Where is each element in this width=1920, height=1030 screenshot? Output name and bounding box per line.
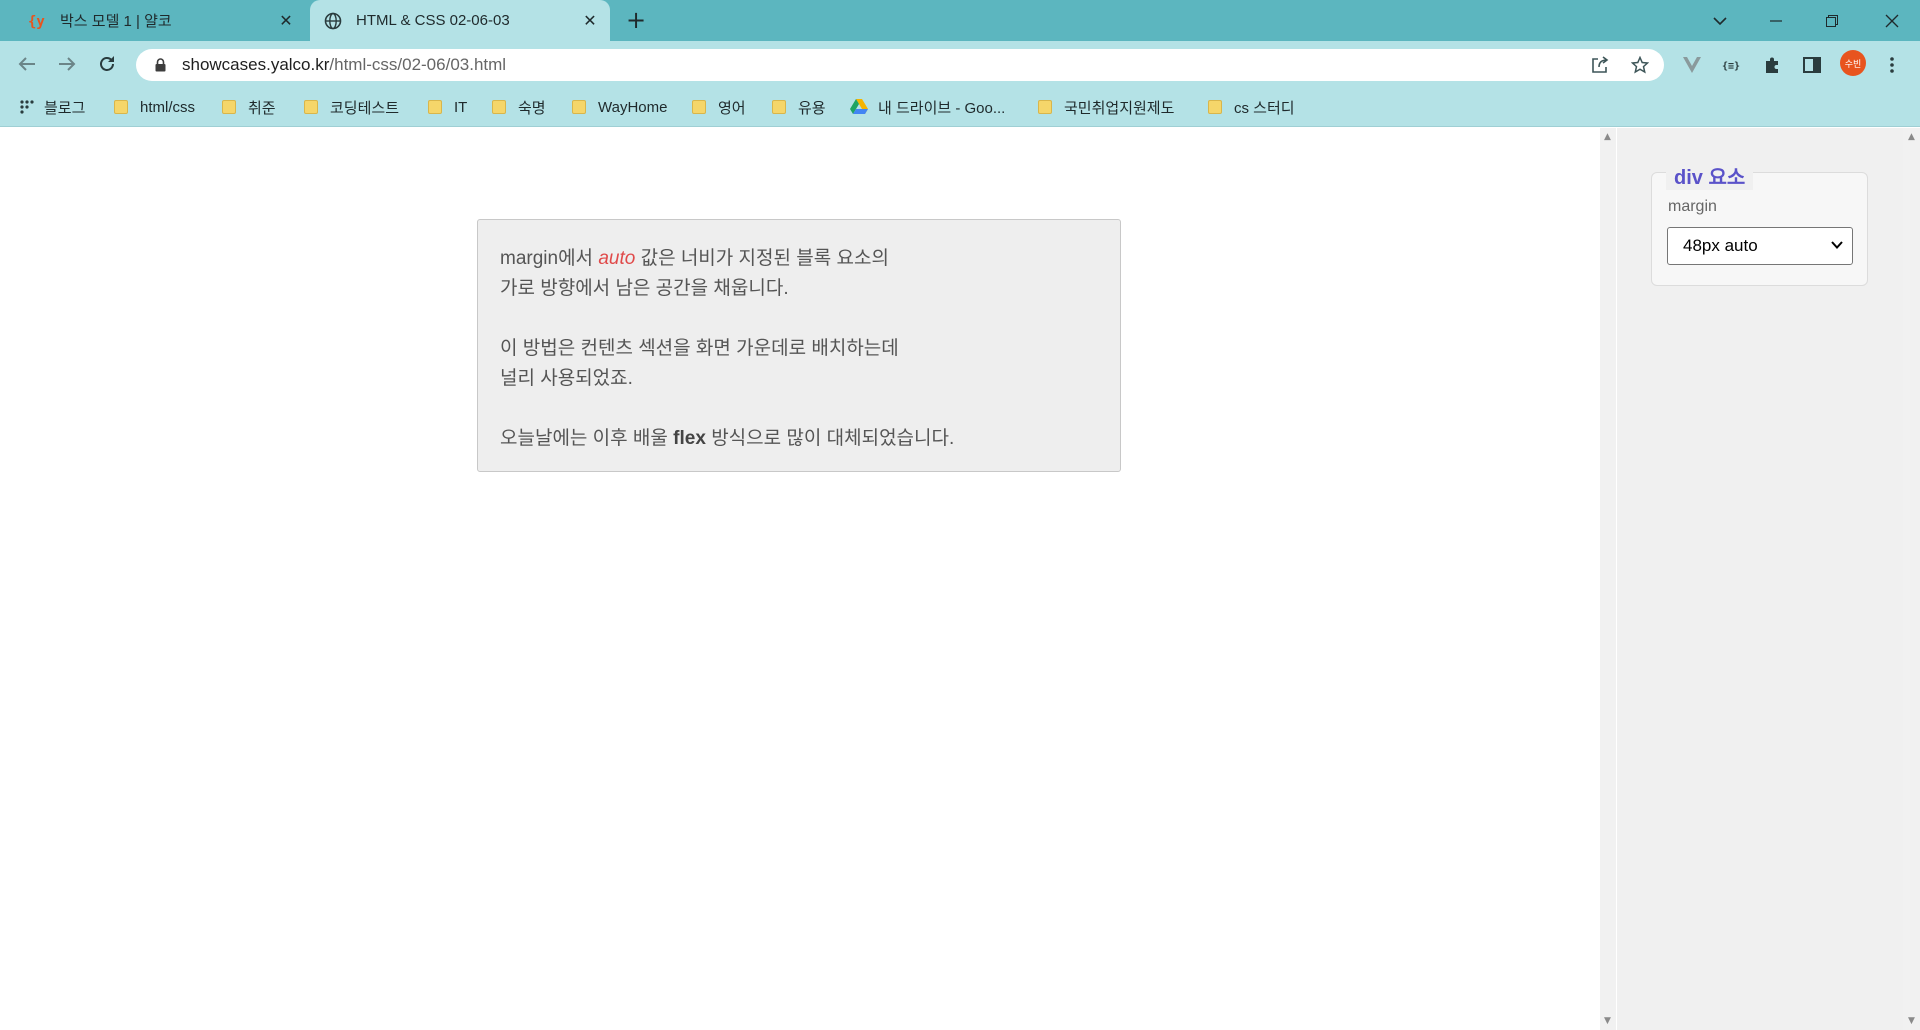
bookmark-google-drive[interactable]: 내 드라이브 - Goo... (850, 95, 1005, 119)
tab-title: 박스 모델 1 | 얄코 (60, 13, 172, 30)
bookmarks-bar: 블로그 html/css 취준 코딩테스트 IT 숙명 WayHome 영어 유… (0, 87, 1920, 127)
folder-icon (304, 100, 318, 114)
paragraph-3: 오늘날에는 이후 배울 flex 방식으로 많이 대체되었습니다. (500, 424, 1098, 454)
bookmark-star-icon[interactable] (1628, 53, 1652, 77)
paragraph-1: margin에서 auto 값은 너비가 지정된 블록 요소의 가로 방향에서 … (500, 244, 1098, 304)
address-bar[interactable]: showcases.yalco.kr/html-css/02-06/03.htm… (136, 49, 1664, 81)
url-host: showcases.yalco.kr (182, 55, 330, 74)
bookmark-label: html/css (140, 98, 196, 116)
bookmark-folder-html-css[interactable]: html/css (114, 95, 195, 119)
scroll-down-arrow-icon[interactable]: ▼ (1908, 1016, 1915, 1026)
bookmark-folder-wayhome[interactable]: WayHome (572, 95, 667, 119)
bookmark-folder-cs-study[interactable]: cs 스터디 (1208, 95, 1295, 119)
bookmark-label: WayHome (598, 98, 668, 116)
bookmark-folder-it[interactable]: IT (428, 95, 467, 119)
apps-grid-icon (20, 100, 34, 114)
margin-label: margin (1668, 198, 1717, 215)
panel-scrollbar[interactable]: ▲ ▼ (1903, 128, 1920, 1030)
url-text[interactable]: showcases.yalco.kr/html-css/02-06/03.htm… (182, 55, 506, 75)
tab-search-chevron-icon[interactable] (1692, 0, 1748, 41)
more-menu-icon[interactable] (1880, 53, 1904, 77)
bookmark-label: cs 스터디 (1234, 99, 1295, 117)
bookmark-label: 취준 (248, 99, 276, 117)
bookmark-folder-employment-support[interactable]: 국민취업지원제도 (1038, 95, 1174, 119)
folder-icon (114, 100, 128, 114)
page-viewport: margin에서 auto 값은 너비가 지정된 블록 요소의 가로 방향에서 … (0, 128, 1920, 1030)
folder-icon (1208, 100, 1222, 114)
scroll-down-arrow-icon[interactable]: ▼ (1604, 1016, 1611, 1026)
folder-icon (692, 100, 706, 114)
bookmark-blog[interactable]: 블로그 (20, 95, 85, 119)
bookmark-label: IT (454, 98, 468, 116)
bookmark-label: 영어 (718, 99, 746, 117)
back-button[interactable] (12, 49, 42, 79)
bookmark-label: 국민취업지원제도 (1064, 99, 1175, 117)
side-panel-icon[interactable] (1800, 53, 1824, 77)
bookmark-label: 블로그 (44, 99, 86, 117)
strong-flex: flex (673, 428, 706, 449)
text: 널리 사용되었죠. (500, 368, 633, 389)
bookmark-label: 내 드라이브 - Goo... (878, 99, 1006, 117)
bookmark-label: 유용 (798, 99, 826, 117)
lock-icon[interactable] (152, 58, 168, 72)
chevron-down-icon (1831, 241, 1843, 249)
bookmark-label: 숙명 (518, 99, 546, 117)
folder-icon (572, 100, 586, 114)
share-icon[interactable] (1588, 53, 1612, 77)
url-path: /html-css/02-06/03.html (329, 55, 507, 74)
vue-devtools-extension-icon[interactable] (1680, 53, 1704, 77)
browser-toolbar: showcases.yalco.kr/html-css/02-06/03.htm… (0, 41, 1920, 87)
bookmark-folder-useful[interactable]: 유용 (772, 95, 826, 119)
demo-div-box: margin에서 auto 값은 너비가 지정된 블록 요소의 가로 방향에서 … (477, 219, 1121, 472)
tab-strip: {y} 박스 모델 1 | 얄코 ✕ HTML & CSS 02-06-03 ✕… (0, 0, 1920, 41)
scroll-up-arrow-icon[interactable]: ▲ (1604, 132, 1611, 142)
folder-icon (428, 100, 442, 114)
bookmark-label: 코딩테스트 (330, 99, 400, 117)
select-value: 48px auto (1683, 236, 1758, 255)
minimize-window-button[interactable] (1748, 0, 1804, 41)
tab-html-css-active[interactable]: HTML & CSS 02-06-03 ✕ (310, 0, 610, 41)
text: 방식으로 많이 대체되었습니다. (705, 428, 955, 449)
tab-title: HTML & CSS 02-06-03 (356, 12, 510, 29)
folder-icon (492, 100, 506, 114)
folder-icon (1038, 100, 1052, 114)
paragraph-2: 이 방법은 컨텐츠 섹션을 화면 가운데로 배치하는데 널리 사용되었죠. (500, 334, 1098, 394)
margin-select[interactable]: 48px auto (1667, 227, 1853, 265)
page-scrollbar[interactable]: ▲ ▼ (1600, 128, 1616, 1030)
folder-icon (222, 100, 236, 114)
extensions-puzzle-icon[interactable] (1760, 53, 1784, 77)
yalco-favicon-icon: {y} (26, 10, 48, 32)
close-window-button[interactable] (1864, 0, 1920, 41)
json-extension-icon[interactable]: {≡} (1720, 53, 1744, 77)
tab-box-model[interactable]: {y} 박스 모델 1 | 얄코 ✕ (14, 0, 306, 41)
text: 값은 너비가 지정된 블록 요소의 (635, 248, 889, 269)
svg-text:{y}: {y} (28, 14, 46, 30)
bookmark-folder-english[interactable]: 영어 (692, 95, 746, 119)
folder-icon (772, 100, 786, 114)
text: 이 방법은 컨텐츠 섹션을 화면 가운데로 배치하는데 (500, 338, 899, 359)
globe-icon (322, 10, 344, 32)
reload-button[interactable] (92, 49, 122, 79)
bookmark-folder-sookmyung[interactable]: 숙명 (492, 95, 546, 119)
bookmark-folder-job-prep[interactable]: 취준 (222, 95, 276, 119)
restore-window-button[interactable] (1804, 0, 1860, 41)
emphasis-auto: auto (598, 248, 636, 269)
svg-text:{≡}: {≡} (1722, 61, 1740, 72)
scroll-up-arrow-icon[interactable]: ▲ (1908, 132, 1915, 142)
close-tab-icon[interactable]: ✕ (578, 9, 602, 33)
profile-avatar[interactable]: 수빈 (1840, 50, 1866, 76)
text: 가로 방향에서 남은 공간을 채웁니다. (500, 278, 789, 299)
fieldset-legend: div 요소 (1666, 161, 1754, 190)
text: margin에서 (500, 248, 599, 269)
forward-button[interactable] (52, 49, 82, 79)
new-tab-button[interactable]: + (622, 6, 650, 34)
google-drive-icon (850, 99, 868, 114)
text: 오늘날에는 이후 배울 (500, 428, 674, 449)
bookmark-folder-coding-test[interactable]: 코딩테스트 (304, 95, 399, 119)
close-tab-icon[interactable]: ✕ (274, 9, 298, 33)
